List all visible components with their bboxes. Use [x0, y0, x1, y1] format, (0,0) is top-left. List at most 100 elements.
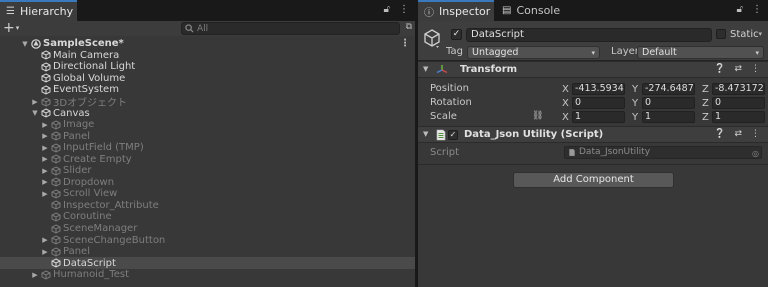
- expand-arrow-icon[interactable]: ▼: [20, 40, 30, 48]
- axis-label-y[interactable]: Y: [632, 112, 642, 123]
- axis-label-y[interactable]: Y: [632, 98, 642, 109]
- search-input[interactable]: All: [181, 22, 400, 35]
- axis-label-z[interactable]: Z: [702, 98, 712, 109]
- search-filter-icon[interactable]: ⧉: [406, 22, 412, 32]
- more-options-icon[interactable]: ⋮: [400, 38, 410, 49]
- tab-hierarchy[interactable]: ☰ Hierarchy: [0, 0, 77, 21]
- hierarchy-row[interactable]: ▼ Canvas: [0, 107, 415, 119]
- axis-label-z[interactable]: Z: [702, 112, 712, 123]
- expand-arrow-icon[interactable]: ▶: [40, 144, 50, 152]
- constrain-proportions-icon[interactable]: ⛓: [532, 111, 543, 121]
- scale-x-field[interactable]: 1: [572, 111, 625, 123]
- tab-console[interactable]: ▤ Console: [496, 0, 560, 21]
- gameobject-cube-icon: [40, 96, 51, 107]
- expand-arrow-icon[interactable]: ▼: [30, 109, 40, 117]
- gameobject-cube-icon: [40, 269, 51, 280]
- expand-arrow-icon[interactable]: ▶: [40, 121, 50, 129]
- transform-icon: [436, 65, 448, 74]
- script-component-header[interactable]: ▼ ✓ Data_Json Utility (Script) ❔ ⇄ ⋮: [418, 126, 768, 143]
- hierarchy-row-label: InputField (TMP): [63, 142, 144, 154]
- hierarchy-row[interactable]: ▶ SceneChangeButton: [0, 234, 415, 246]
- hierarchy-row[interactable]: Directional Light: [0, 61, 415, 73]
- fold-arrow-icon[interactable]: ▼: [423, 65, 428, 73]
- axis-label-x[interactable]: X: [562, 98, 572, 109]
- help-icon[interactable]: ❔: [714, 129, 725, 139]
- expand-arrow-icon[interactable]: ▶: [40, 248, 50, 256]
- expand-arrow-icon[interactable]: ▶: [40, 167, 50, 175]
- expand-arrow-icon[interactable]: ▶: [40, 132, 50, 140]
- transform-component-header[interactable]: ▼ Transform ❔ ⇄ ⋮: [418, 61, 768, 78]
- expand-arrow-icon[interactable]: ▶: [40, 155, 50, 163]
- active-checkbox[interactable]: ✓: [451, 29, 462, 40]
- hierarchy-row[interactable]: Global Volume: [0, 73, 415, 85]
- script-field-row: Script Data_JsonUtility ◎: [418, 145, 768, 161]
- lock-icon[interactable]: 🔓︎: [737, 4, 743, 15]
- more-options-icon[interactable]: ⋮: [399, 4, 409, 15]
- hierarchy-row-label: Panel: [63, 246, 90, 258]
- hierarchy-row[interactable]: ▶ Slider: [0, 165, 415, 177]
- position-z-field[interactable]: -8.473172: [712, 83, 765, 95]
- hierarchy-row[interactable]: ▶ 3Dオブジェクト: [0, 96, 415, 109]
- expand-arrow-icon[interactable]: ▶: [40, 236, 50, 244]
- hierarchy-row[interactable]: ▶ InputField (TMP): [0, 142, 415, 154]
- axis-label-z[interactable]: Z: [702, 84, 712, 95]
- axis-label-y[interactable]: Y: [632, 84, 642, 95]
- hierarchy-row[interactable]: ▶ Image: [0, 119, 415, 131]
- hierarchy-row[interactable]: ▶ Create Empty: [0, 153, 415, 165]
- more-options-icon[interactable]: ⋮: [751, 64, 760, 74]
- expand-arrow-icon[interactable]: ▶: [30, 98, 40, 106]
- unity-scene-icon: [30, 38, 41, 49]
- more-options-icon[interactable]: ⋮: [751, 129, 760, 139]
- tab-inspector[interactable]: ⓘ Inspector: [418, 0, 494, 21]
- hierarchy-panel: ☰ Hierarchy 🔓︎ ⋮ + ▾ All ⧉ ▼ SampleScene*…: [0, 0, 415, 287]
- rotation-x-field[interactable]: 0: [572, 97, 625, 109]
- expand-arrow-icon[interactable]: ▶: [30, 271, 40, 279]
- object-picker-icon[interactable]: ◎: [752, 148, 759, 159]
- hierarchy-row[interactable]: Inspector_Attribute: [0, 200, 415, 212]
- help-icon[interactable]: ❔: [714, 64, 725, 74]
- axis-label-x[interactable]: X: [562, 112, 572, 123]
- tag-dropdown[interactable]: Untagged ▾: [467, 46, 600, 59]
- hierarchy-tab-icons: 🔓︎ ⋮: [384, 4, 409, 15]
- position-x-field[interactable]: -413.5934: [572, 83, 625, 95]
- position-y-axis: Y -274.6487: [632, 82, 695, 96]
- more-options-icon[interactable]: ⋮: [752, 4, 762, 15]
- object-name-field[interactable]: DataScript: [466, 28, 712, 42]
- rotation-y-field[interactable]: 0: [642, 97, 695, 109]
- chevron-down-icon[interactable]: ▾: [758, 30, 762, 38]
- hierarchy-row-label: Inspector_Attribute: [63, 199, 159, 211]
- component-enabled-checkbox[interactable]: ✓: [448, 130, 458, 140]
- hierarchy-row-selected[interactable]: DataScript: [0, 257, 415, 269]
- hierarchy-row-label: Humanoid_Test: [53, 269, 130, 281]
- hierarchy-row[interactable]: ▼ SampleScene* ⋮: [0, 38, 415, 50]
- hierarchy-row[interactable]: ▶ Scroll View: [0, 188, 415, 200]
- console-icon: ▤: [502, 5, 512, 16]
- presets-icon[interactable]: ⇄: [734, 129, 742, 139]
- static-checkbox[interactable]: [716, 29, 726, 39]
- hierarchy-row[interactable]: ▶ Dropdown: [0, 177, 415, 189]
- hierarchy-row[interactable]: ▶ Panel: [0, 246, 415, 258]
- hierarchy-row[interactable]: Coroutine: [0, 211, 415, 223]
- scale-y-field[interactable]: 1: [642, 111, 695, 123]
- expand-arrow-icon[interactable]: ▶: [40, 178, 50, 186]
- script-value: Data_JsonUtility: [579, 147, 651, 157]
- rotation-z-field[interactable]: 0: [712, 97, 765, 109]
- fold-arrow-icon[interactable]: ▼: [423, 130, 428, 138]
- presets-icon[interactable]: ⇄: [734, 64, 742, 74]
- hierarchy-row[interactable]: SceneManager: [0, 223, 415, 235]
- hierarchy-row[interactable]: Main Camera: [0, 50, 415, 62]
- create-button[interactable]: + ▾: [3, 21, 23, 36]
- hierarchy-row[interactable]: ▶ Panel: [0, 130, 415, 142]
- tab-inspector-label: Inspector: [439, 5, 491, 18]
- script-object-field[interactable]: Data_JsonUtility ◎: [564, 146, 762, 159]
- add-component-button[interactable]: Add Component: [513, 172, 674, 188]
- scale-z-field[interactable]: 1: [712, 111, 765, 123]
- axis-label-x[interactable]: X: [562, 84, 572, 95]
- tag-value: Untagged: [472, 47, 519, 58]
- lock-icon[interactable]: 🔓︎: [384, 4, 390, 15]
- hierarchy-row[interactable]: ▶ Humanoid_Test: [0, 269, 415, 281]
- expand-arrow-icon[interactable]: ▶: [40, 190, 50, 198]
- layer-dropdown[interactable]: Default ▾: [637, 46, 764, 59]
- hierarchy-row-label: Create Empty: [63, 153, 132, 165]
- position-y-field[interactable]: -274.6487: [642, 83, 695, 95]
